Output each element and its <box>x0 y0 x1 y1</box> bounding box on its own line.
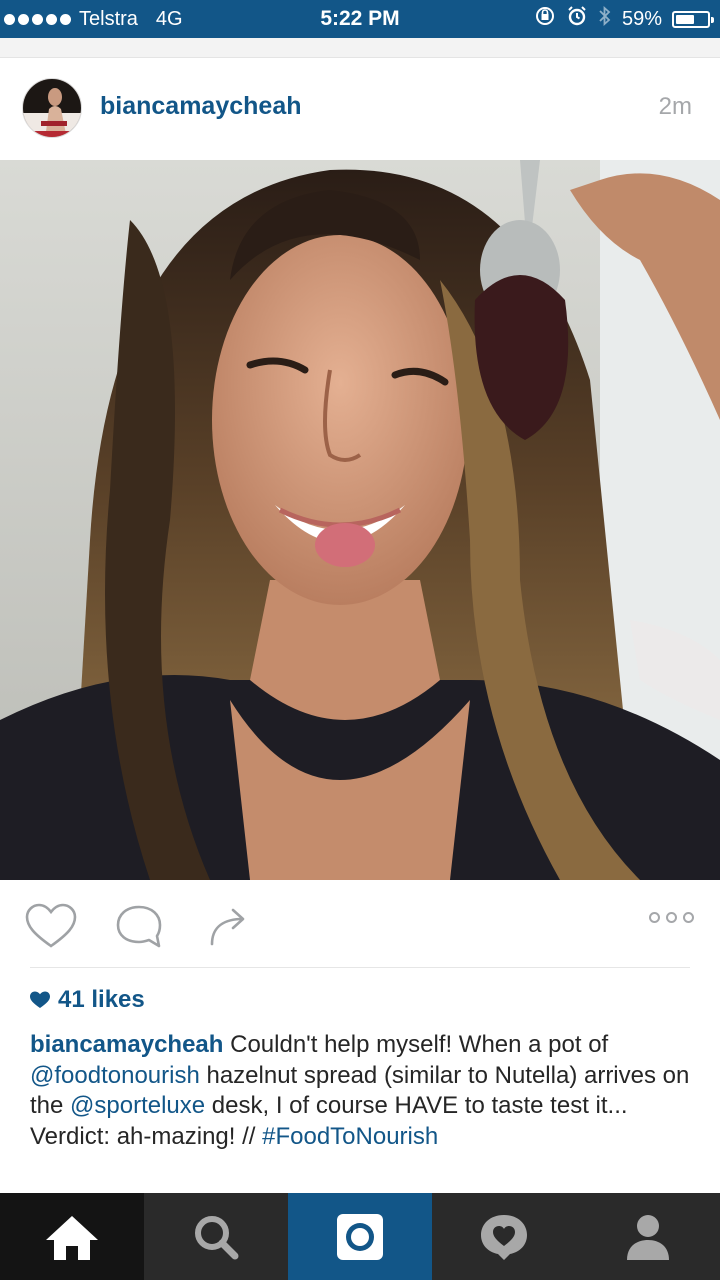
post-actions <box>0 880 720 968</box>
likes-count[interactable]: 41 likes <box>30 986 145 1014</box>
heart-outline-icon <box>25 903 77 948</box>
activity-heart-icon <box>481 1214 527 1260</box>
post-caption: biancamaycheah Couldn't help myself! Whe… <box>30 1030 690 1152</box>
share-arrow-icon <box>210 908 245 946</box>
post-photo[interactable] <box>0 160 720 880</box>
search-icon <box>195 1215 239 1259</box>
likes-label: 41 likes <box>58 986 145 1013</box>
orientation-lock-icon <box>534 5 556 33</box>
network-type: 4G <box>155 7 183 30</box>
tab-activity[interactable] <box>432 1193 576 1280</box>
alarm-icon <box>566 5 588 33</box>
status-left: Telstra 4G <box>0 0 183 38</box>
post-photo-image <box>0 160 720 880</box>
more-dot-icon <box>649 912 660 923</box>
camera-icon <box>337 1213 383 1260</box>
share-button[interactable] <box>202 902 256 952</box>
comment-bubble-icon <box>116 905 162 948</box>
comment-button[interactable] <box>112 902 166 952</box>
tab-profile[interactable] <box>576 1193 720 1280</box>
caption-username[interactable]: biancamaycheah <box>30 1031 223 1058</box>
carrier-name: Telstra <box>79 7 138 30</box>
mention-link[interactable]: @foodtonourish <box>30 1062 200 1089</box>
header-spacer <box>0 38 720 58</box>
status-bar: Telstra 4G 5:22 PM 59% <box>0 0 720 38</box>
mention-link[interactable]: @sporteluxe <box>70 1092 205 1119</box>
like-button[interactable] <box>24 902 78 952</box>
battery-icon <box>672 10 714 28</box>
profile-icon <box>627 1214 669 1260</box>
more-options-button[interactable] <box>649 912 694 923</box>
post-header: biancamaycheah 2m <box>0 58 720 160</box>
status-right: 59% <box>534 0 714 38</box>
caption-text: Couldn't help myself! When a pot of <box>223 1031 609 1058</box>
post-timestamp: 2m <box>658 93 692 120</box>
more-dot-icon <box>666 912 677 923</box>
home-icon <box>46 1215 98 1260</box>
signal-strength-icon <box>4 13 71 25</box>
actions-divider <box>30 967 690 968</box>
tab-bar <box>0 1193 720 1280</box>
tab-home[interactable] <box>0 1193 144 1280</box>
tab-camera[interactable] <box>288 1193 432 1280</box>
battery-percent: 59% <box>621 7 662 30</box>
bluetooth-icon <box>598 5 612 33</box>
more-dot-icon <box>683 912 694 923</box>
post-username[interactable]: biancamaycheah <box>100 92 302 121</box>
tab-search[interactable] <box>144 1193 288 1280</box>
hashtag-link[interactable]: #FoodToNourish <box>262 1123 438 1150</box>
avatar[interactable] <box>22 78 82 138</box>
heart-filled-icon <box>30 991 50 1008</box>
